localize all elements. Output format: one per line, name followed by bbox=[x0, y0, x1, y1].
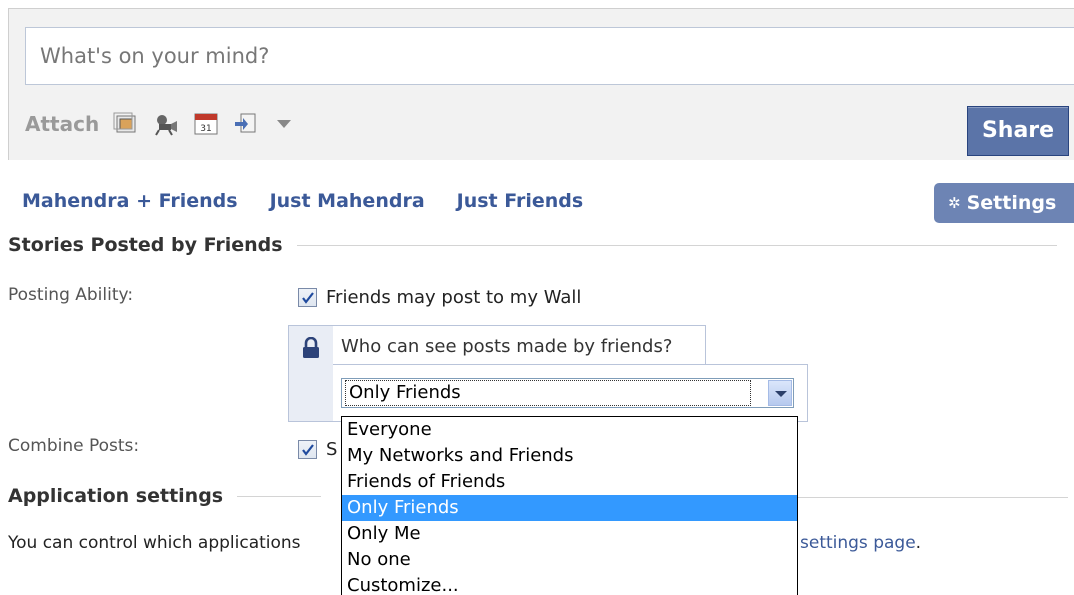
stories-section-heading: Stories Posted by Friends bbox=[8, 234, 1057, 256]
dropdown-option-everyone[interactable]: Everyone bbox=[342, 417, 797, 443]
filter-tab-user-and-friends[interactable]: Mahendra + Friends bbox=[22, 190, 238, 212]
privacy-dropdown-list: Everyone My Networks and Friends Friends… bbox=[341, 416, 798, 595]
posting-ability-label: Posting Ability: bbox=[8, 285, 134, 305]
status-input[interactable] bbox=[25, 27, 1074, 85]
application-description: You can control which applications bbox=[8, 533, 301, 553]
privacy-question: Who can see posts made by friends? bbox=[333, 325, 706, 365]
settings-button[interactable]: ✲ Settings bbox=[934, 183, 1074, 223]
dropdown-option-networks-and-friends[interactable]: My Networks and Friends bbox=[342, 443, 797, 469]
attach-row: Attach 31 bbox=[25, 109, 292, 139]
feed-filter-tabs: Mahendra + Friends Just Mahendra Just Fr… bbox=[22, 190, 583, 212]
filter-tab-just-friends[interactable]: Just Friends bbox=[457, 190, 584, 212]
posting-ability-checkbox-label[interactable]: Friends may post to my Wall bbox=[326, 287, 581, 308]
photo-icon[interactable] bbox=[113, 112, 139, 136]
combine-posts-label: Combine Posts: bbox=[8, 436, 140, 456]
combine-posts-checkbox-label[interactable]: S bbox=[326, 439, 337, 460]
filter-tab-just-user[interactable]: Just Mahendra bbox=[270, 190, 425, 212]
dropdown-option-no-one[interactable]: No one bbox=[342, 547, 797, 573]
settings-page-link[interactable]: settings page bbox=[800, 533, 916, 553]
share-button[interactable]: Share bbox=[967, 106, 1069, 156]
section-divider bbox=[798, 497, 1068, 498]
dropdown-option-only-me[interactable]: Only Me bbox=[342, 521, 797, 547]
svg-text:31: 31 bbox=[200, 124, 211, 134]
posting-ability-checkbox[interactable] bbox=[298, 288, 317, 307]
section-divider bbox=[296, 244, 1057, 246]
lock-icon bbox=[303, 337, 319, 358]
stories-section-title: Stories Posted by Friends bbox=[8, 234, 283, 256]
dropdown-option-customize[interactable]: Customize... bbox=[342, 573, 797, 595]
video-icon[interactable] bbox=[153, 112, 179, 136]
privacy-select[interactable]: Only Friends bbox=[341, 378, 794, 408]
section-divider-right bbox=[798, 497, 1068, 498]
settings-label: Settings bbox=[966, 192, 1057, 214]
more-attachments-dropdown[interactable] bbox=[277, 120, 292, 128]
event-icon[interactable]: 31 bbox=[193, 112, 219, 136]
application-section-title: Application settings bbox=[8, 485, 224, 507]
dropdown-arrow-icon[interactable] bbox=[768, 380, 792, 406]
gear-icon: ✲ bbox=[948, 194, 961, 212]
description-end: . bbox=[915, 533, 922, 553]
combine-posts-checkbox[interactable] bbox=[298, 440, 317, 459]
attach-label: Attach bbox=[25, 112, 100, 136]
privacy-lock-panel bbox=[288, 325, 334, 422]
link-icon[interactable] bbox=[233, 112, 259, 136]
application-section-heading: Application settings bbox=[8, 485, 322, 507]
dropdown-option-friends-of-friends[interactable]: Friends of Friends bbox=[342, 469, 797, 495]
dropdown-option-only-friends[interactable]: Only Friends bbox=[342, 495, 797, 521]
section-divider bbox=[237, 495, 322, 497]
application-description-tail: settings page. bbox=[800, 533, 921, 553]
composer-panel: Attach 31 Share bbox=[8, 8, 1074, 160]
privacy-select-value: Only Friends bbox=[345, 380, 751, 406]
